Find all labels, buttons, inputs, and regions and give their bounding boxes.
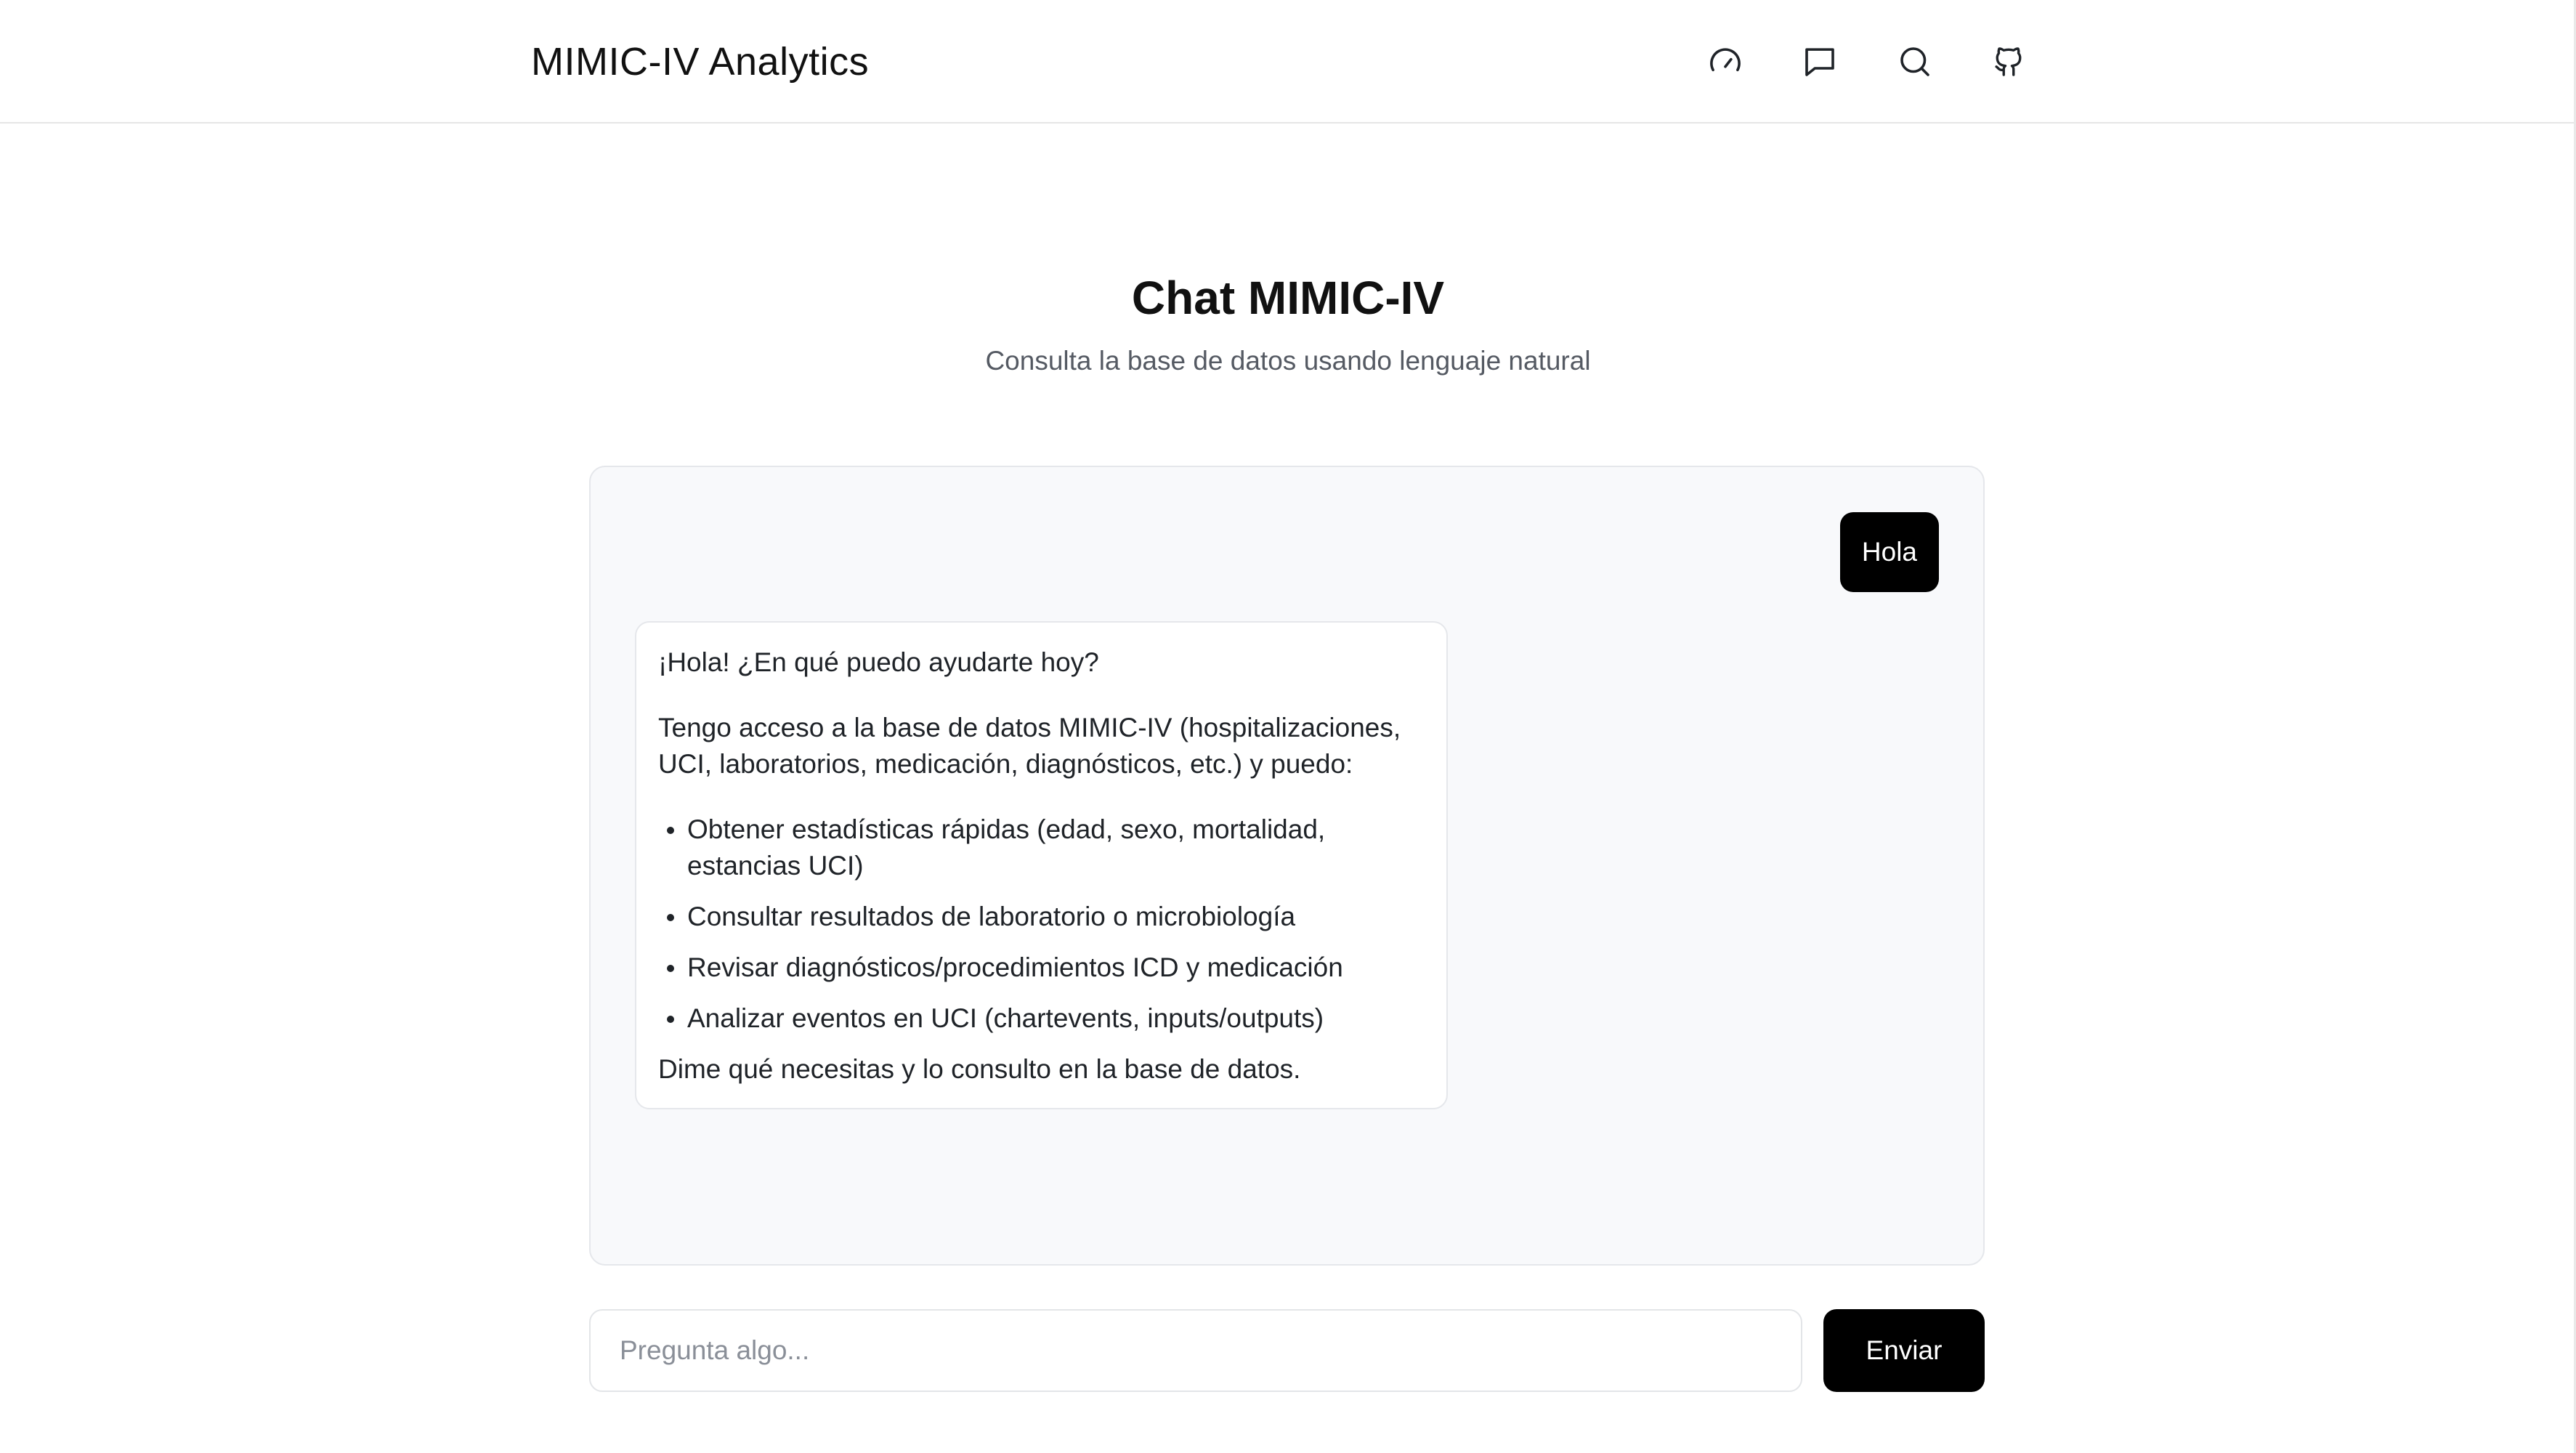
list-item: Consultar resultados de laboratorio o mi… <box>658 899 1425 935</box>
list-item: Obtener estadísticas rápidas (edad, sexo… <box>658 812 1425 884</box>
list-item: Analizar eventos en UCI (chartevents, in… <box>658 1000 1425 1037</box>
assistant-intro: Tengo acceso a la base de datos MIMIC-IV… <box>658 713 1401 779</box>
send-button[interactable]: Enviar <box>1823 1309 1985 1392</box>
github-icon[interactable] <box>1986 39 2031 84</box>
chat-input[interactable] <box>589 1309 1802 1392</box>
message-icon[interactable] <box>1797 39 1842 84</box>
capabilities-list: Obtener estadísticas rápidas (edad, sexo… <box>658 812 1425 1037</box>
top-navbar: MIMIC-IV Analytics <box>0 0 2576 124</box>
user-message: Hola <box>1839 512 1939 592</box>
assistant-greeting: ¡Hola! ¿En qué puedo ayudarte hoy? <box>658 647 1099 677</box>
page-title: Chat MIMIC-IV <box>1131 272 1445 324</box>
brand-title[interactable]: MIMIC-IV Analytics <box>531 38 869 86</box>
page-subtitle: Consulta la base de datos usando lenguaj… <box>985 346 1591 376</box>
list-item: Revisar diagnósticos/procedimientos ICD … <box>658 950 1425 986</box>
page: MIMIC-IV Analytics Chat MIMIC-IV Consult… <box>0 0 2576 1453</box>
search-icon[interactable] <box>1892 39 1937 84</box>
chat-panel[interactable]: Hola ¡Hola! ¿En qué puedo ayudarte hoy? … <box>589 466 1985 1266</box>
gauge-icon[interactable] <box>1703 39 1748 84</box>
assistant-closing: Dime qué necesitas y lo consulto en la b… <box>658 1054 1301 1084</box>
assistant-message: ¡Hola! ¿En qué puedo ayudarte hoy? Tengo… <box>635 621 1448 1109</box>
